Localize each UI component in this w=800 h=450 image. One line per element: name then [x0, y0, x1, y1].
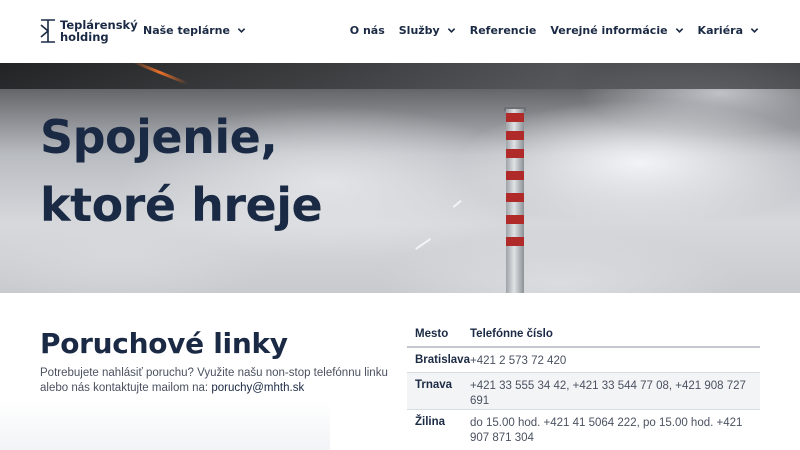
header-phone: Telefónne číslo [470, 327, 553, 340]
table-row: Trnava +421 33 555 34 42, +421 33 544 77… [407, 373, 760, 410]
nav-nase-teplarne[interactable]: Naše teplárne [143, 24, 246, 37]
header-city: Mesto [415, 328, 449, 340]
logo-text: Teplárenský holding [60, 19, 138, 43]
main-nav: O nás Služby Referencie Verejné informác… [350, 24, 759, 37]
bird-mark [415, 237, 431, 250]
site-header: Teplárenský holding Naše teplárne O nás … [0, 0, 800, 63]
logo[interactable]: Teplárenský holding [40, 19, 138, 43]
chevron-down-icon [237, 28, 246, 33]
chimney-image [506, 109, 524, 293]
nav-item-label: Verejné informácie [550, 24, 668, 37]
phone-cell: +421 2 573 72 420 [470, 355, 567, 367]
hero-banner: Spojenie, ktoré hreje [0, 63, 800, 293]
hero-title-line2: ktoré hreje [40, 178, 323, 232]
fault-lines-section: Poruchové linky Potrebujete nahlásiť por… [0, 293, 800, 450]
nav-item-verejne-informacie[interactable]: Verejné informácie [550, 24, 683, 37]
section-title: Poruchové linky [40, 327, 288, 360]
table-row: Bratislava +421 2 573 72 420 [407, 348, 760, 373]
chevron-down-icon [447, 28, 455, 33]
logo-line2: holding [60, 30, 109, 44]
nav-item-referencie[interactable]: Referencie [470, 24, 537, 37]
chevron-down-icon [750, 28, 759, 33]
nav-nase-teplarne-label: Naše teplárne [143, 24, 230, 37]
city-cell: Žilina [415, 416, 446, 428]
nav-item-kariera[interactable]: Kariéra [698, 24, 759, 37]
nav-item-label: O nás [349, 24, 385, 37]
table-row: Žilina do 15.00 hod. +421 41 5064 222, p… [407, 410, 760, 450]
bird-mark [452, 199, 462, 208]
city-cell: Bratislava [415, 354, 470, 366]
teplarensky-holding-logo-icon [40, 19, 56, 43]
chevron-down-icon [675, 28, 683, 33]
nav-item-label: Referencie [469, 24, 537, 37]
email-link[interactable]: poruchy@mhth.sk [211, 382, 304, 394]
nav-item-label: Kariéra [697, 24, 743, 37]
city-cell: Trnava [415, 379, 453, 391]
section-description: Potrebujete nahlásiť poruchu? Využite na… [40, 366, 400, 396]
hero-title: Spojenie, ktoré hreje [40, 103, 323, 239]
phone-cell: do 15.00 hod. +421 41 5064 222, po 15.00… [470, 417, 743, 444]
hero-sky [0, 63, 800, 89]
fault-lines-table: Mesto Telefónne číslo Bratislava +421 2 … [407, 322, 760, 450]
phone-cell: +421 33 555 34 42, +421 33 544 77 08, +4… [470, 380, 746, 407]
nav-item-o-nas[interactable]: O nás [350, 24, 385, 37]
fade-overlay [0, 401, 330, 450]
nav-item-sluzby[interactable]: Služby [399, 24, 456, 37]
table-header-row: Mesto Telefónne číslo [407, 322, 760, 348]
nav-item-label: Služby [398, 24, 440, 37]
hero-title-line1: Spojenie, [40, 110, 278, 164]
